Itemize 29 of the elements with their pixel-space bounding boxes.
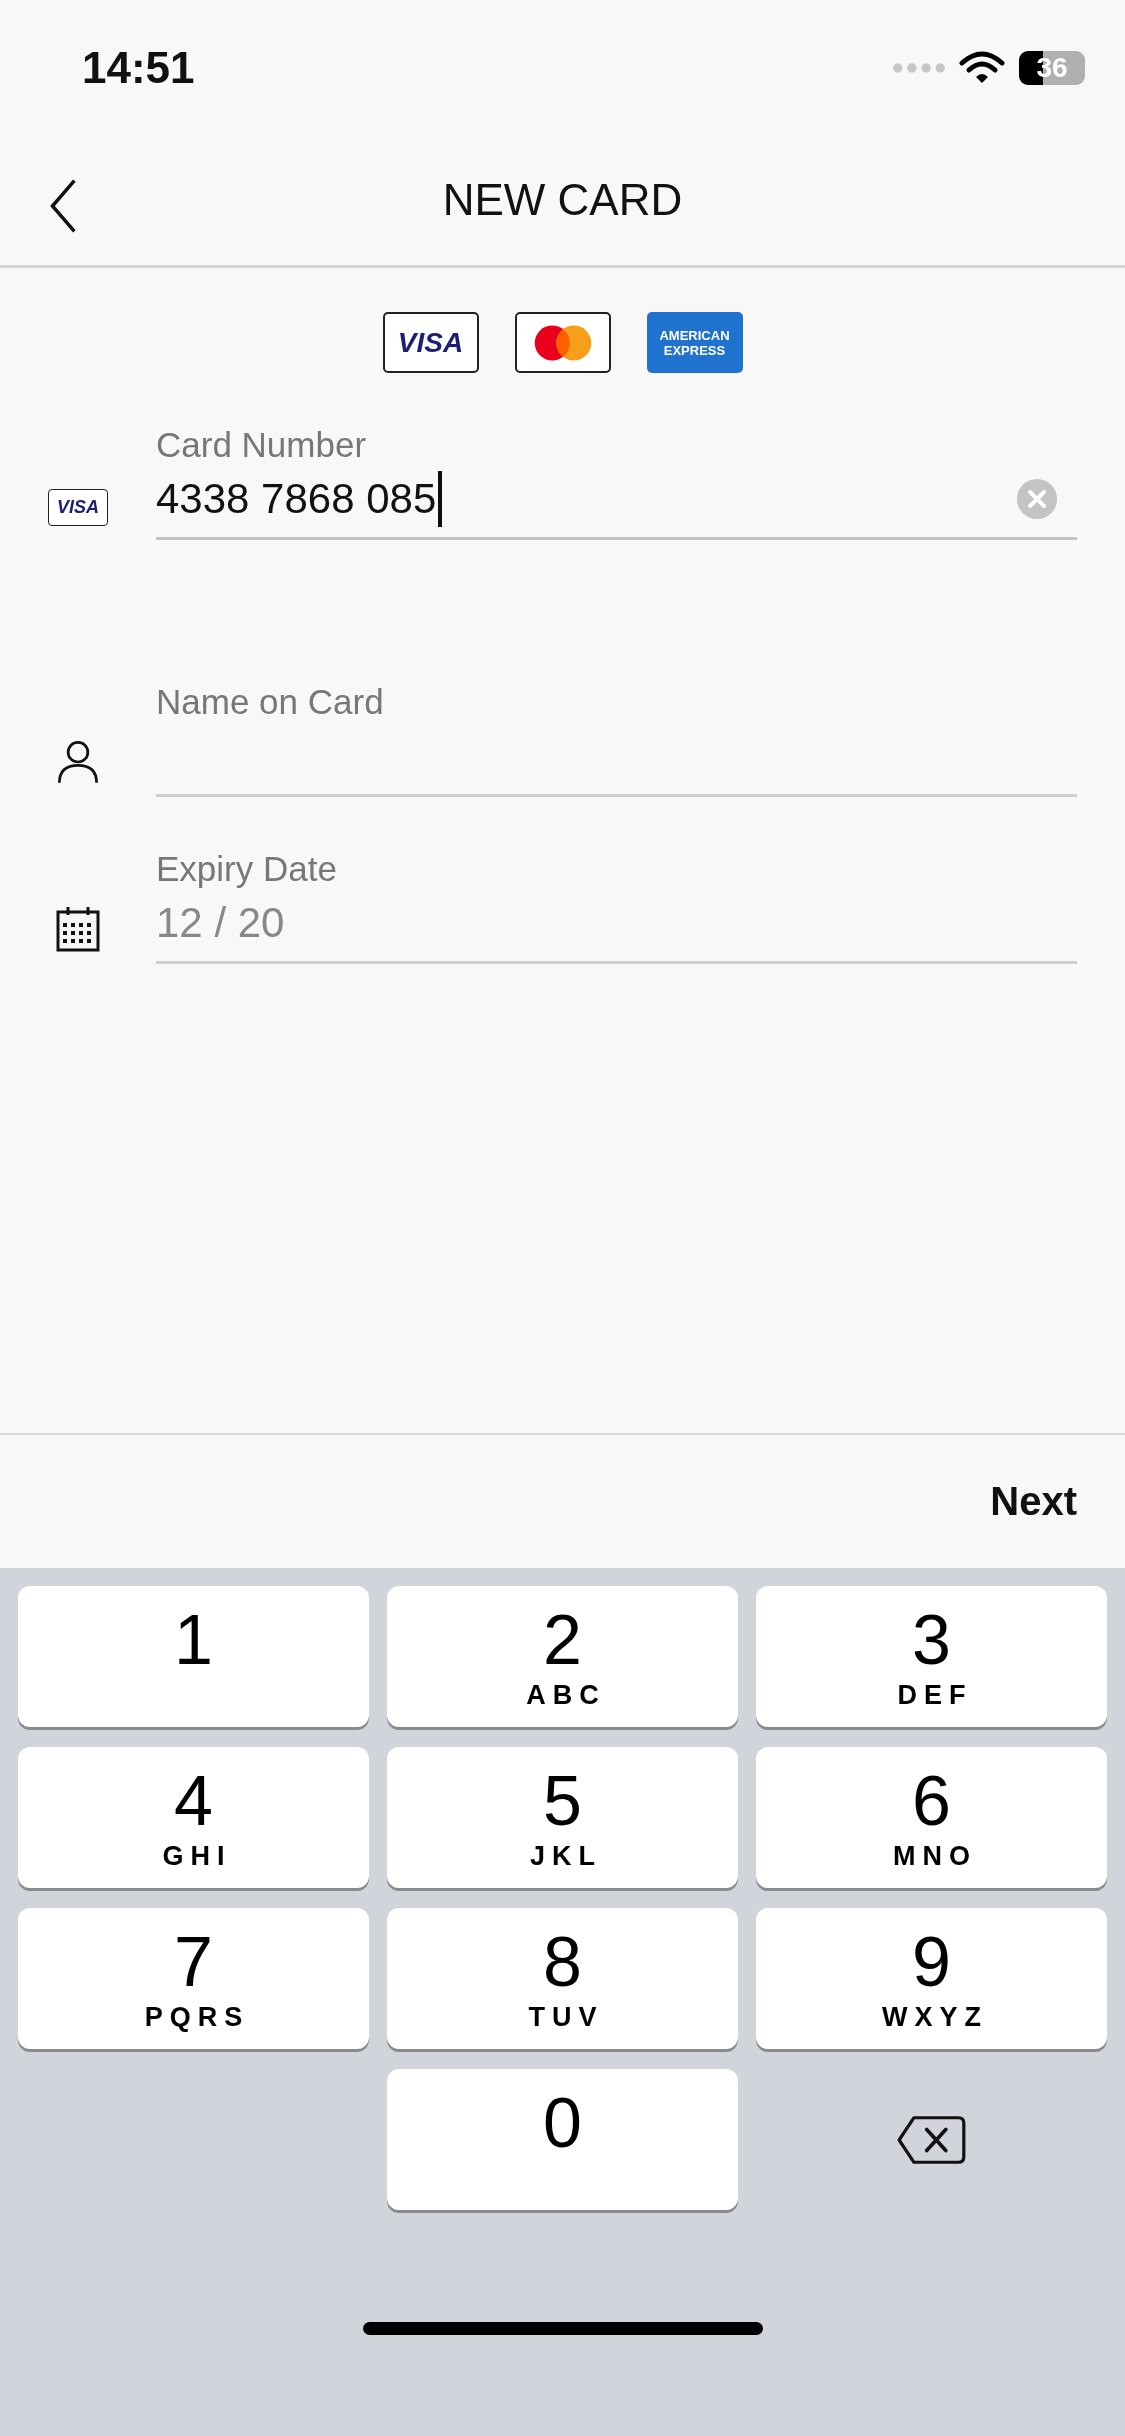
card-logo: VISA	[382, 312, 479, 373]
keyboard-key[interactable]: 9 WXYZ	[756, 1908, 1107, 2049]
field-label: Card Number	[156, 424, 368, 466]
card-logo: VISA	[48, 489, 108, 526]
input-field[interactable]: Expiry Date 12 / 20	[156, 847, 1077, 964]
keyboard-key[interactable]: 7 PQRS	[18, 1908, 369, 2049]
signal-icon	[893, 61, 945, 74]
keyboard-key[interactable]: 6 MNO	[756, 1747, 1107, 1888]
field-placeholder: 12 / 20	[156, 899, 285, 947]
person-icon	[56, 739, 100, 785]
keyboard-key[interactable]: 3 DEF	[756, 1586, 1107, 1727]
input-field[interactable]: Card Number 4338 7868 085	[156, 423, 1077, 540]
home-indicator[interactable]	[362, 2321, 763, 2335]
keyboard-key[interactable]: 4 GHI	[18, 1747, 369, 1888]
keyboard-key[interactable]: 0	[387, 2069, 738, 2210]
keyboard-key[interactable]: 1	[18, 1586, 369, 1727]
clock-time: 14:51	[82, 42, 195, 93]
field-label: Name on Card	[156, 681, 385, 723]
input-field[interactable]: Name on Card	[156, 680, 1077, 797]
field-value: 4338 7868 085	[156, 475, 437, 523]
screen-title: NEW CARD	[442, 175, 683, 225]
keyboard-key[interactable]: 8 TUV	[387, 1908, 738, 2049]
keyboard-key[interactable]: 5 JKL	[387, 1747, 738, 1888]
card-logo: AMERICAN EXPRESS	[646, 312, 743, 373]
wifi-icon	[959, 50, 1005, 85]
keyboard-key[interactable]: 2 ABC	[387, 1586, 738, 1727]
field-label: Expiry Date	[156, 848, 338, 890]
next-button[interactable]: Next	[990, 1473, 1077, 1530]
calendar-icon	[56, 906, 100, 952]
